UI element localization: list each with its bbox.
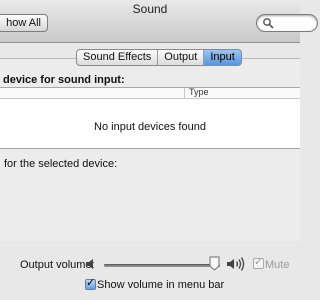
tab-input[interactable]: Input xyxy=(203,50,241,65)
mute-checkmark: ✓ xyxy=(254,256,264,268)
input-device-heading: device for sound input: xyxy=(3,74,125,86)
column-separator xyxy=(184,88,185,98)
speaker-low-icon xyxy=(86,259,93,269)
pane-tabs: Sound Effects Output Input xyxy=(76,49,242,66)
show-volume-label: Show volume in menu bar xyxy=(97,279,225,291)
output-volume-slider[interactable] xyxy=(104,264,220,267)
device-settings-label: for the selected device: xyxy=(4,158,118,170)
volume-slider-thumb[interactable] xyxy=(209,256,220,271)
show-all-button[interactable]: how All xyxy=(0,14,48,32)
search-icon xyxy=(263,18,274,29)
tab-output[interactable]: Output xyxy=(157,50,203,65)
empty-list-message: No input devices found xyxy=(94,121,206,133)
list-header: Type xyxy=(0,87,300,99)
speaker-high-icon xyxy=(227,257,245,271)
search-input[interactable] xyxy=(256,14,318,32)
window-titlebar: Sound how All xyxy=(0,0,318,43)
mute-label: Mute xyxy=(265,259,290,271)
show-volume-checkmark: ✓ xyxy=(86,277,96,289)
tab-sound-effects[interactable]: Sound Effects xyxy=(77,50,157,65)
column-header-type[interactable]: Type xyxy=(189,87,209,97)
input-device-list[interactable]: Type No input devices found xyxy=(0,87,300,149)
